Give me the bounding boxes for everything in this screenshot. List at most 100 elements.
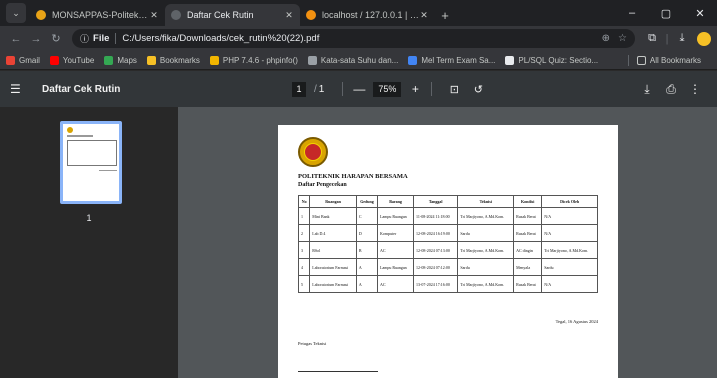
zoom-in-button[interactable]: + [407,82,423,96]
zoom-out-button[interactable]: — [351,82,367,96]
table-cell: Tri Marjiyono, A.Md.Kom. [457,207,515,225]
forward-icon[interactable]: → [26,29,46,49]
close-tab-icon[interactable]: ✕ [419,10,429,21]
table-cell: Mini Bank [309,207,357,225]
bookmark-item[interactable]: Gmail [6,55,40,65]
sidebar-menu-icon[interactable]: ☰ [10,82,32,96]
close-tab-icon[interactable]: ✕ [149,10,159,21]
pdf-viewer[interactable]: POLITEKNIK HARAPAN BERSAMA Daftar Pengec… [178,107,717,378]
table-body: 1 Mini Bank C Lampu Ruangan 11-08-2024 11:18… [297,207,598,293]
thumb-logo [67,127,73,133]
bookmark-favicon-icon [209,55,219,65]
maximize-button[interactable]: ▢ [649,0,683,26]
profile-avatar[interactable] [697,31,711,46]
page-separator: / [314,83,317,95]
url-text[interactable]: C:/Users/fika/Downloads/cek_rutin%20(22)… [122,33,593,44]
bookmark-label: PL/SQL Quiz: Sectio... [518,55,599,65]
bookmark-label: PHP 7.4.6 - phpinfo() [222,55,298,65]
thumb-table [67,140,117,166]
reload-icon[interactable]: ↻ [46,29,66,49]
table-cell: Tri Marjiyono, A.Md.Kom. [457,275,515,293]
tab-title: MONSAPPAS-Politeknik Haras [52,10,149,20]
close-tab-icon[interactable]: ✕ [284,10,294,21]
table-cell: Sardu [457,258,515,276]
download-icon[interactable]: ⤓ [635,82,659,97]
zoom-search-icon[interactable]: ⊕ [602,33,610,44]
all-bookmarks-button[interactable]: All Bookmarks [636,55,701,65]
table-cell: A [355,275,379,293]
downloads-icon[interactable]: ⤓ [671,32,693,45]
bookmarks-divider [627,54,629,66]
bookmark-favicon-icon [146,55,156,65]
tab-title: localhost / 127.0.0.1 | phpMyA [322,10,419,20]
back-icon[interactable]: ← [6,29,26,49]
extensions-icon[interactable]: ⧉ [641,32,663,45]
table-cell: 2 [297,224,311,242]
table-cell: 12-08-2024 07:13:00 [413,241,459,259]
tab-search-button[interactable]: ⌄ [6,3,26,23]
bookmark-item[interactable]: PHP 7.4.6 - phpinfo() [209,55,298,65]
column-header: Tanggal [413,195,459,208]
print-icon[interactable]: ⎙ [659,82,683,97]
tab-favicon-icon [171,10,181,20]
zoom-input[interactable]: 75% [373,81,402,97]
url-separator [115,33,117,44]
close-window-button[interactable]: ✕ [683,0,717,26]
table-cell: Laboratorium Farmasi [309,275,357,293]
bookmark-item[interactable]: YouTube [49,55,94,65]
rotate-icon[interactable]: ↺ [468,83,488,96]
address-bar[interactable]: ⓘ File C:/Users/fika/Downloads/cek_rutin… [72,29,635,48]
table-cell: 12-08-2024 16:19:00 [413,224,459,242]
table-cell: Menyala [513,258,543,276]
table-row: 5 Laboratorium Farmasi A AC 13-07-2024 17:16… [297,275,598,293]
table-cell: Lab D.4 [309,224,357,242]
minimize-button[interactable]: – [615,0,649,26]
bookmark-item[interactable]: Kata-sata Suhu dan... [307,55,398,65]
page-number-input[interactable]: 1 [292,81,306,97]
more-options-icon[interactable]: ⋮ [683,82,707,96]
table-cell: C [355,207,379,225]
table-cell: 4 [297,258,311,276]
bookmark-label: Mel Term Exam Sa... [421,55,496,65]
browser-tab[interactable]: Daftar Cek Rutin ✕ [165,4,300,26]
column-header: Gedung [355,195,379,208]
bookmark-favicon-icon [104,55,114,65]
table-cell: Rusak Berat [513,207,543,225]
thumb-heading [67,135,93,137]
table-cell: Rusak Berat [513,275,543,293]
table-row: 2 Lab D.4 D Komputer 12-08-2024 16:19:00 Sard… [297,224,598,242]
bookmark-favicon-icon [49,55,59,65]
bookmark-item[interactable]: Mel Term Exam Sa... [408,55,496,65]
table-cell: Rusak Berat [513,224,543,242]
bookmark-favicon-icon [505,55,515,65]
table-cell: Tri Marjiyono, A.Md.Kom. [541,241,598,259]
institution-logo [298,137,328,167]
bookmark-favicon-icon [6,55,15,65]
site-info-icon[interactable]: ⓘ [80,32,89,45]
tab-title: Daftar Cek Rutin [187,10,254,20]
logo-inner [304,143,322,161]
navigation-bar: ← → ↻ ⓘ File C:/Users/fika/Downloads/cek… [0,26,717,51]
table-header-row: No Ruangan Gedung Barang Tanggal Teknisi Kondi… [297,195,598,208]
table-cell: N/A [541,224,598,242]
bookmark-item[interactable]: Bookmarks [146,55,200,65]
pdf-actions: ⤓ ⎙ ⋮ [635,71,707,107]
table-cell: 3 [297,241,311,259]
new-tab-button[interactable]: + [435,4,455,26]
column-header: Ruangan [309,195,357,208]
table-cell: B [355,241,379,259]
table-cell: Tri Marjiyono, A.Md.Kom. [457,241,515,259]
browser-tab[interactable]: MONSAPPAS-Politeknik Haras✕ [30,4,165,26]
browser-tab[interactable]: localhost / 127.0.0.1 | phpMyA✕ [300,4,435,26]
bookmark-item[interactable]: PL/SQL Quiz: Sectio... [505,55,599,65]
tab-list: MONSAPPAS-Politeknik Haras✕Daftar Cek Ru… [30,4,435,26]
bookmark-label: Bookmarks [159,55,200,65]
table-cell: N/A [541,207,598,225]
table-cell: Lampu Ruangan [377,258,415,276]
page-thumbnail[interactable] [60,121,122,204]
page-total: 1 [318,83,325,95]
bookmark-item[interactable]: Maps [104,55,137,65]
table-cell: AC [377,241,415,259]
bookmark-star-icon[interactable]: ☆ [618,33,627,44]
fit-page-icon[interactable]: ⊡ [444,83,464,96]
